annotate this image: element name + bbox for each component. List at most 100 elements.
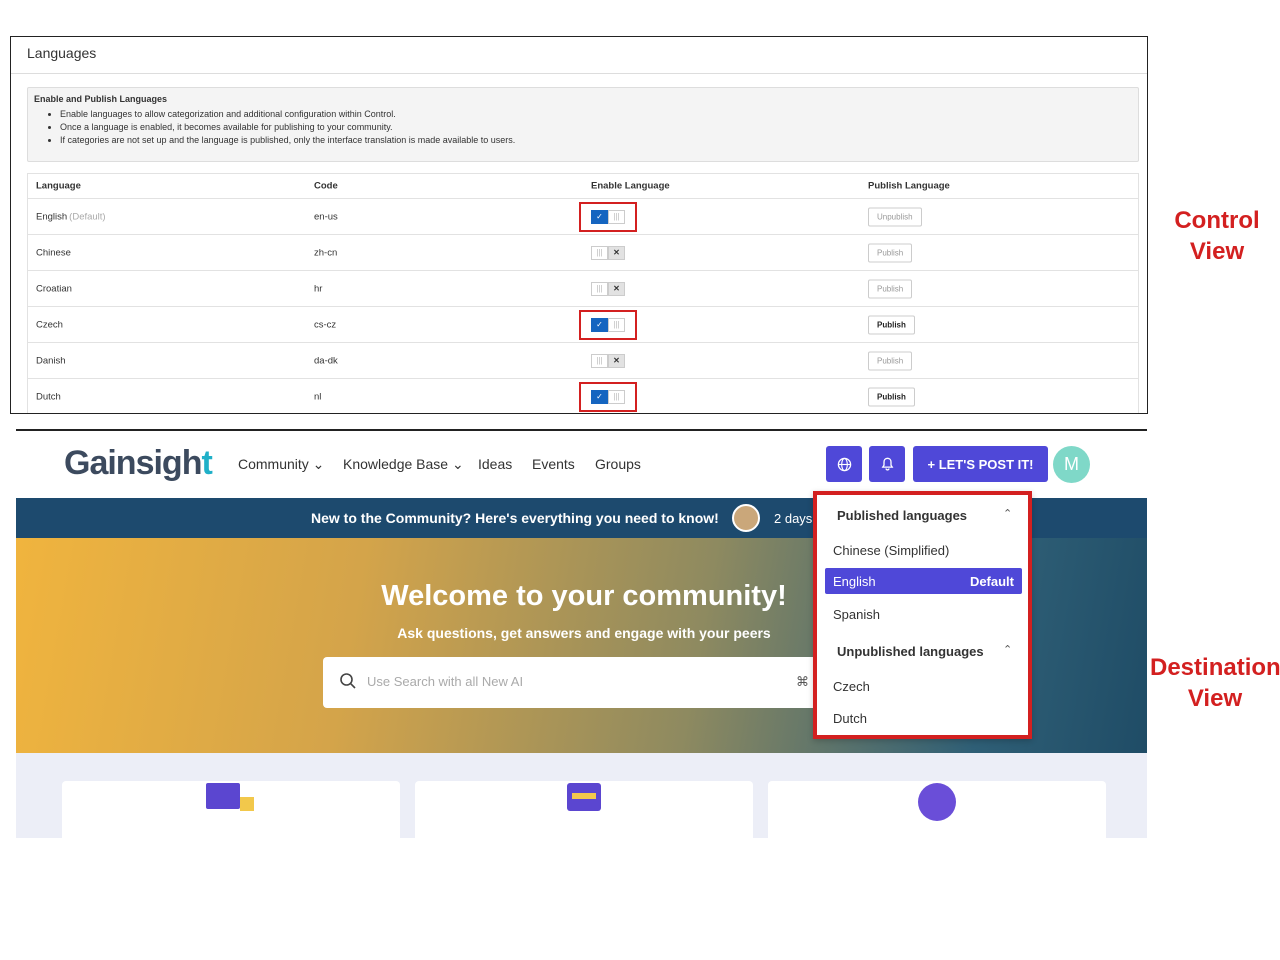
- search-shortcut: ⌘: [796, 674, 809, 689]
- language-name: Croatian: [36, 283, 72, 294]
- language-name-cell: Croatian: [36, 283, 74, 294]
- column-header-enable: Enable Language: [591, 180, 670, 192]
- default-badge: Default: [969, 574, 1014, 589]
- enable-toggle-cell: ✓ |||: [579, 201, 637, 232]
- table-body: English (Default) en-us ✓ ||| Unpublish Chines…: [28, 199, 1138, 413]
- category-card[interactable]: [62, 781, 400, 838]
- enable-language-toggle[interactable]: ||| ✕: [591, 281, 625, 296]
- chat-icon-accent: [240, 797, 254, 811]
- language-globe-button[interactable]: [826, 446, 862, 482]
- close-icon: ✕: [608, 353, 625, 368]
- language-option-czech[interactable]: Czech: [833, 679, 870, 694]
- category-card[interactable]: [768, 781, 1106, 838]
- search-input[interactable]: Use Search with all New AI: [367, 674, 523, 689]
- published-languages-heading[interactable]: Published languages: [837, 508, 967, 523]
- language-code: zh-cn: [314, 247, 338, 258]
- close-icon: ✕: [608, 281, 625, 296]
- table-row: Chinese zh-cn ||| ✕ Publish: [28, 235, 1138, 271]
- nav-ideas[interactable]: Ideas: [478, 456, 512, 472]
- book-icon-accent: [572, 793, 596, 799]
- info-bullet: Once a language is enabled, it becomes a…: [60, 121, 1132, 134]
- banner-author-avatar: [732, 504, 760, 532]
- gainsight-logo[interactable]: Gainsight: [64, 444, 213, 483]
- notifications-button[interactable]: [869, 446, 905, 482]
- enable-language-toggle[interactable]: ✓ |||: [591, 389, 625, 404]
- publish-language-button[interactable]: Publish: [868, 243, 913, 262]
- search-icon: [340, 673, 356, 689]
- enable-language-toggle[interactable]: ||| ✕: [591, 245, 625, 260]
- default-tag: (Default): [69, 211, 106, 222]
- enable-language-toggle[interactable]: ✓ |||: [591, 317, 625, 332]
- grip-icon: |||: [608, 389, 625, 404]
- chevron-up-icon[interactable]: ⌃: [1003, 507, 1012, 520]
- languages-table: Language Code Enable Language Publish La…: [27, 173, 1139, 413]
- info-list: Enable languages to allow categorization…: [60, 108, 1132, 147]
- column-header-language: Language: [36, 180, 81, 192]
- table-row: English (Default) en-us ✓ ||| Unpublish: [28, 199, 1138, 235]
- control-label-line1: Control: [1174, 207, 1260, 234]
- top-navigation: Gainsight Community ⌄ Knowledge Base ⌄ I…: [16, 432, 1147, 498]
- nav-groups[interactable]: Groups: [595, 456, 641, 472]
- table-header-row: Language Code Enable Language Publish La…: [28, 174, 1138, 199]
- enable-language-toggle[interactable]: ||| ✕: [591, 353, 625, 368]
- lets-post-it-button[interactable]: + LET'S POST IT!: [913, 446, 1048, 482]
- search-bar[interactable]: Use Search with all New AI ⌘: [323, 657, 833, 708]
- publish-cell: Publish: [868, 351, 913, 370]
- info-title: Enable and Publish Languages: [34, 94, 168, 104]
- content-area: [16, 753, 1147, 838]
- language-name-cell: Chinese: [36, 247, 73, 258]
- enable-toggle-cell: ||| ✕: [591, 353, 625, 368]
- grip-icon: |||: [591, 245, 608, 260]
- nav-knowledge-base[interactable]: Knowledge Base ⌄: [343, 456, 464, 473]
- nav-events[interactable]: Events: [532, 456, 575, 472]
- category-card[interactable]: [415, 781, 753, 838]
- control-view-panel: Languages Enable and Publish Languages E…: [10, 36, 1148, 414]
- dest-label-line1: Destination: [1150, 654, 1280, 681]
- language-option-english-selected[interactable]: English Default: [825, 568, 1022, 594]
- info-bullet: Enable languages to allow categorization…: [60, 108, 1132, 121]
- publish-language-button[interactable]: Publish: [868, 351, 913, 370]
- grip-icon: |||: [608, 317, 625, 332]
- nav-community[interactable]: Community ⌄: [238, 456, 324, 473]
- title-divider: [11, 73, 1147, 74]
- language-option-chinese[interactable]: Chinese (Simplified): [833, 543, 949, 558]
- publish-language-button[interactable]: Publish: [868, 279, 913, 298]
- publish-cell: Publish: [868, 315, 915, 334]
- checkmark-icon: ✓: [591, 317, 608, 332]
- globe-icon: [837, 457, 851, 471]
- table-row: Croatian hr ||| ✕ Publish: [28, 271, 1138, 307]
- grip-icon: |||: [608, 209, 625, 224]
- language-option-spanish[interactable]: Spanish: [833, 607, 880, 622]
- grip-icon: |||: [591, 281, 608, 296]
- checkmark-icon: ✓: [591, 389, 608, 404]
- destination-view-label: Destination View: [1150, 652, 1280, 714]
- language-code: en-us: [314, 211, 338, 222]
- control-label-line2: View: [1189, 238, 1245, 265]
- panel-title: Languages: [27, 45, 97, 61]
- language-dropdown: Published languages ⌃ Chinese (Simplifie…: [813, 491, 1032, 739]
- bell-icon: [881, 457, 893, 471]
- user-avatar[interactable]: M: [1053, 446, 1090, 483]
- language-code: da-dk: [314, 355, 338, 366]
- language-option-dutch[interactable]: Dutch: [833, 711, 867, 726]
- chevron-up-icon[interactable]: ⌃: [1003, 643, 1012, 656]
- option-label: English: [833, 574, 876, 589]
- unpublished-languages-heading[interactable]: Unpublished languages: [837, 644, 984, 659]
- language-name: English: [36, 211, 68, 222]
- publish-cell: Unpublish: [868, 207, 922, 226]
- publish-language-button[interactable]: Publish: [868, 387, 915, 406]
- grip-icon: |||: [591, 353, 608, 368]
- language-name-cell: Dutch: [36, 391, 63, 402]
- publish-language-button[interactable]: Unpublish: [868, 207, 922, 226]
- logo-accent: t: [201, 444, 212, 482]
- language-name-cell: English (Default): [36, 211, 106, 222]
- publish-language-button[interactable]: Publish: [868, 315, 915, 334]
- close-icon: ✕: [608, 245, 625, 260]
- language-name: Danish: [36, 355, 66, 366]
- destination-view: Gainsight Community ⌄ Knowledge Base ⌄ I…: [16, 432, 1147, 838]
- enable-language-toggle[interactable]: ✓ |||: [591, 209, 625, 224]
- table-row: Danish da-dk ||| ✕ Publish: [28, 343, 1138, 379]
- banner-text: New to the Community? Here's everything …: [311, 510, 719, 526]
- checkmark-icon: ✓: [591, 209, 608, 224]
- info-bullet: If categories are not set up and the lan…: [60, 134, 1132, 147]
